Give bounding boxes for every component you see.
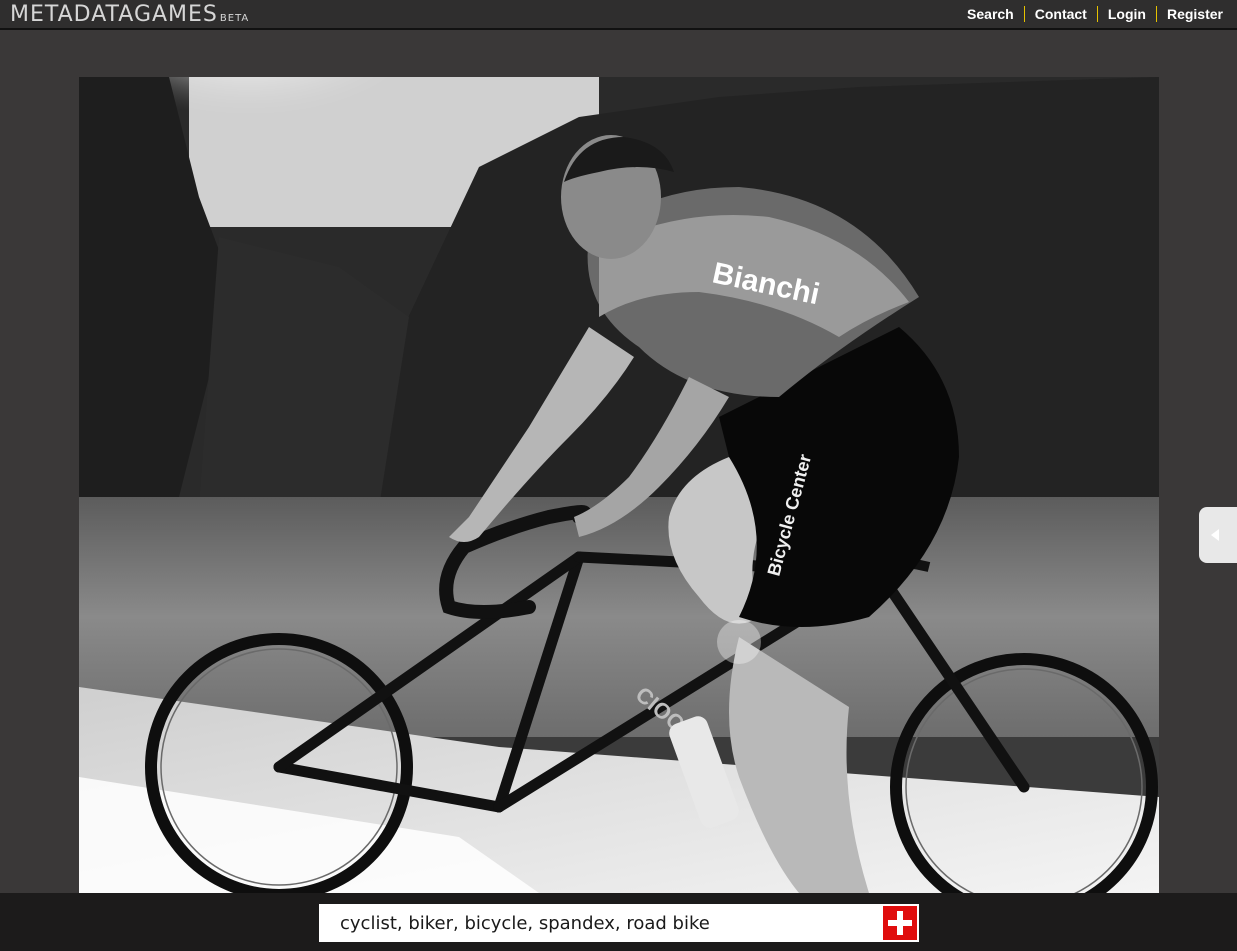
nav-register-link[interactable]: Register [1157,5,1223,23]
tag-input[interactable] [319,904,879,942]
page-scrollbar[interactable] [1229,30,1237,892]
cyclist-photo-illustration: CIOCC Bicycle Center Bianchi [79,77,1159,893]
add-tag-button[interactable] [883,906,917,940]
nav-contact-link[interactable]: Contact [1025,5,1097,23]
game-photo[interactable]: CIOCC Bicycle Center Bianchi [79,77,1159,893]
nav-login-link[interactable]: Login [1098,5,1156,23]
plus-icon [897,911,903,935]
nav-search-link[interactable]: Search [957,5,1024,23]
tagging-bar [0,893,1237,951]
logo-text: METADATAGAMES [10,2,218,27]
side-panel-toggle[interactable] [1199,507,1237,563]
chevron-left-icon [1211,529,1219,541]
site-logo[interactable]: METADATAGAMES BETA [10,2,249,27]
top-navigation-bar: METADATAGAMES BETA Search Contact Login … [0,0,1237,30]
main-nav: Search Contact Login Register [957,5,1223,23]
tag-entry-box [319,904,919,942]
logo-beta-label: BETA [219,13,250,24]
